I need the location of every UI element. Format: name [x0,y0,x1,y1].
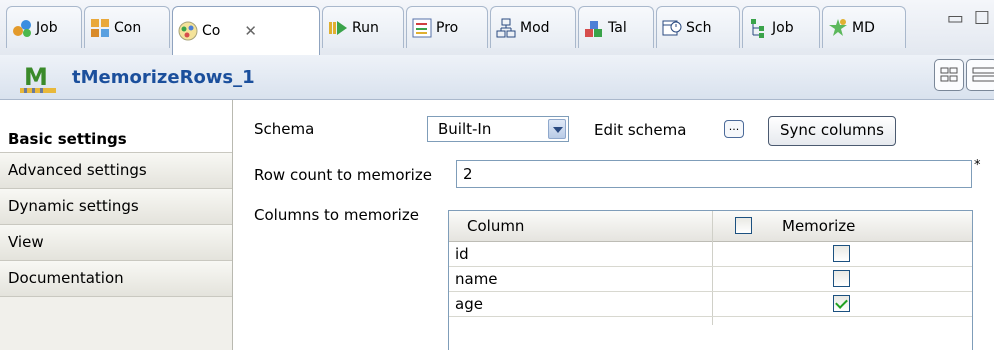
tab-label: Tal [608,19,627,36]
tab-job[interactable]: Job [6,6,82,48]
tab-label: Sch [686,19,712,36]
table-row[interactable]: name [449,267,972,292]
column-header[interactable]: Column [467,217,524,235]
tab-label: Con [114,19,142,36]
tab-problems[interactable]: Pro [406,6,488,48]
tab-label: MD [852,19,875,36]
maximize-icon[interactable]: ☐ [974,8,990,29]
sync-columns-button[interactable]: Sync columns [768,116,896,146]
column-cell: name [455,270,498,288]
tab-label: Job [772,19,794,36]
sidebar-item-view[interactable]: View [0,225,232,261]
component-header: M tMemorizeRows_1 [0,55,994,100]
modules-icon [495,17,517,39]
column-cell: id [455,245,469,263]
table-row[interactable]: age [449,292,972,317]
chevron-down-icon[interactable] [548,119,566,139]
memorize-checkbox[interactable] [833,295,850,312]
talend-icon [583,17,605,39]
sidebar-item-dynamic-settings[interactable]: Dynamic settings [0,189,232,225]
tab-job-hierarchy[interactable]: Job [742,6,820,48]
table-header: Column Memorize [449,211,972,242]
memorize-all-checkbox[interactable] [735,217,752,234]
edit-schema-button[interactable]: ... [724,120,744,138]
columns-to-memorize-label: Columns to memorize [254,206,419,224]
contexts-icon [89,17,111,39]
schema-select-value: Built-In [438,120,492,138]
schema-select[interactable]: Built-In [427,116,569,142]
tab-label: Run [352,19,379,36]
settings-sidebar: Basic settings Advanced settings Dynamic… [0,100,233,350]
tab-metadata[interactable]: MD [822,6,906,48]
job-hierarchy-icon [747,17,769,39]
schema-label: Schema [254,120,315,138]
close-icon[interactable]: ✕ [244,22,257,40]
table-view-button[interactable] [966,59,994,91]
component-icon [177,20,199,42]
sidebar-item-basic-settings[interactable]: Basic settings [0,100,232,153]
columns-table: Column Memorize id name age [448,210,973,350]
problems-icon [411,17,433,39]
tab-talend[interactable]: Tal [578,6,654,48]
view-tab-bar: Job Con Co ✕ Run Pro Mod Tal Sch Job MD … [0,0,994,56]
memorize-component-icon: M [18,61,58,95]
basic-settings-panel: Schema Built-In Edit schema ... Sync col… [233,100,994,350]
tab-label: Co [202,23,221,39]
table-row[interactable]: id [449,242,972,267]
job-icon [11,17,33,39]
column-cell: age [455,295,483,313]
tab-run[interactable]: Run [322,6,404,48]
row-count-label: Row count to memorize [254,166,432,184]
window-controls: ▭ ☐ [947,8,990,29]
tab-scheduler[interactable]: Sch [656,6,740,48]
tab-label: Pro [436,19,459,36]
sidebar-item-advanced-settings[interactable]: Advanced settings [0,153,232,189]
memorize-header[interactable]: Memorize [782,217,855,235]
tab-label: Mod [520,19,550,36]
run-icon [327,17,349,39]
minimize-icon[interactable]: ▭ [947,8,964,29]
tab-modules[interactable]: Mod [490,6,576,48]
tab-label: Job [36,19,58,36]
tab-component[interactable]: Co ✕ [172,6,320,55]
metadata-icon [827,17,849,39]
edit-schema-label: Edit schema [594,121,687,139]
scheduler-icon [661,17,683,39]
required-marker: * [974,158,981,173]
memorize-checkbox[interactable] [833,270,850,287]
memorize-checkbox[interactable] [833,245,850,262]
compact-view-button[interactable] [934,59,964,91]
sidebar-item-documentation[interactable]: Documentation [0,261,232,297]
row-count-input[interactable]: 2 [456,160,972,188]
svg-text:M: M [24,63,48,91]
component-title: tMemorizeRows_1 [72,67,255,88]
tab-contexts[interactable]: Con [84,6,170,48]
